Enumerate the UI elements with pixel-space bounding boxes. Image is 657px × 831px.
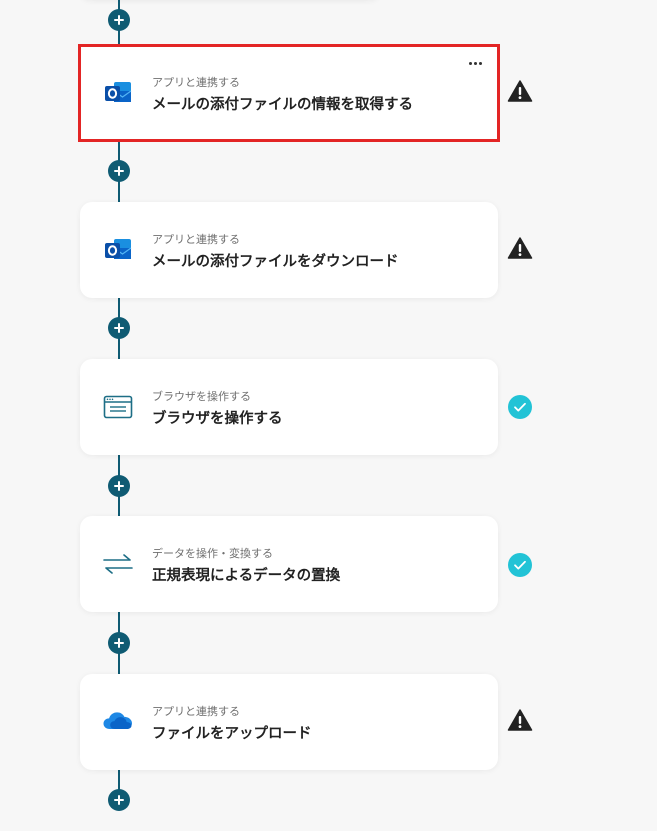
add-step-button[interactable] xyxy=(108,160,130,182)
step-category: アプリと連携する xyxy=(152,233,240,246)
outlook-icon xyxy=(102,78,134,108)
warning-icon xyxy=(507,78,533,104)
check-circle-icon xyxy=(507,552,533,578)
check-circle-icon xyxy=(507,394,533,420)
step-title: 正規表現によるデータの置換 xyxy=(152,568,341,584)
step-category: ブラウザを操作する xyxy=(152,390,251,403)
step-card-browser-operation[interactable]: ブラウザを操作する ブラウザを操作する xyxy=(80,359,498,455)
plus-icon xyxy=(114,323,124,333)
outlook-icon xyxy=(102,235,134,265)
step-card-regex-replace[interactable]: データを操作・変換する 正規表現によるデータの置換 xyxy=(80,516,498,612)
step-category: アプリと連携する xyxy=(152,76,240,89)
step-card-download-attachment[interactable]: アプリと連携する メールの添付ファイルをダウンロード xyxy=(80,202,498,298)
add-step-button[interactable] xyxy=(108,789,130,811)
plus-icon xyxy=(114,15,124,25)
plus-icon xyxy=(114,481,124,491)
plus-icon xyxy=(114,795,124,805)
step-title: ファイルをアップロード xyxy=(152,726,312,742)
warning-icon xyxy=(507,707,533,733)
onedrive-icon xyxy=(102,707,134,737)
add-step-button[interactable] xyxy=(108,475,130,497)
step-card-get-attachment-info[interactable]: アプリと連携する メールの添付ファイルの情報を取得する xyxy=(78,44,500,142)
more-horizontal-icon[interactable] xyxy=(465,57,485,69)
step-title: メールの添付ファイルの情報を取得する xyxy=(152,97,413,113)
transform-arrows-icon xyxy=(102,549,134,579)
step-title: メールの添付ファイルをダウンロード xyxy=(152,254,399,270)
step-category: データを操作・変換する xyxy=(152,547,273,560)
step-card-upload-file[interactable]: アプリと連携する ファイルをアップロード xyxy=(80,674,498,770)
add-step-button[interactable] xyxy=(108,632,130,654)
plus-icon xyxy=(114,166,124,176)
plus-icon xyxy=(114,638,124,648)
add-step-button[interactable] xyxy=(108,9,130,31)
warning-icon xyxy=(507,235,533,261)
add-step-button[interactable] xyxy=(108,317,130,339)
step-category: アプリと連携する xyxy=(152,705,240,718)
step-title: ブラウザを操作する xyxy=(152,411,283,427)
browser-icon xyxy=(102,392,134,422)
flow-canvas: アプリと連携する メールの添付ファイルの情報を取得する アプリと連携する メール… xyxy=(0,0,657,831)
